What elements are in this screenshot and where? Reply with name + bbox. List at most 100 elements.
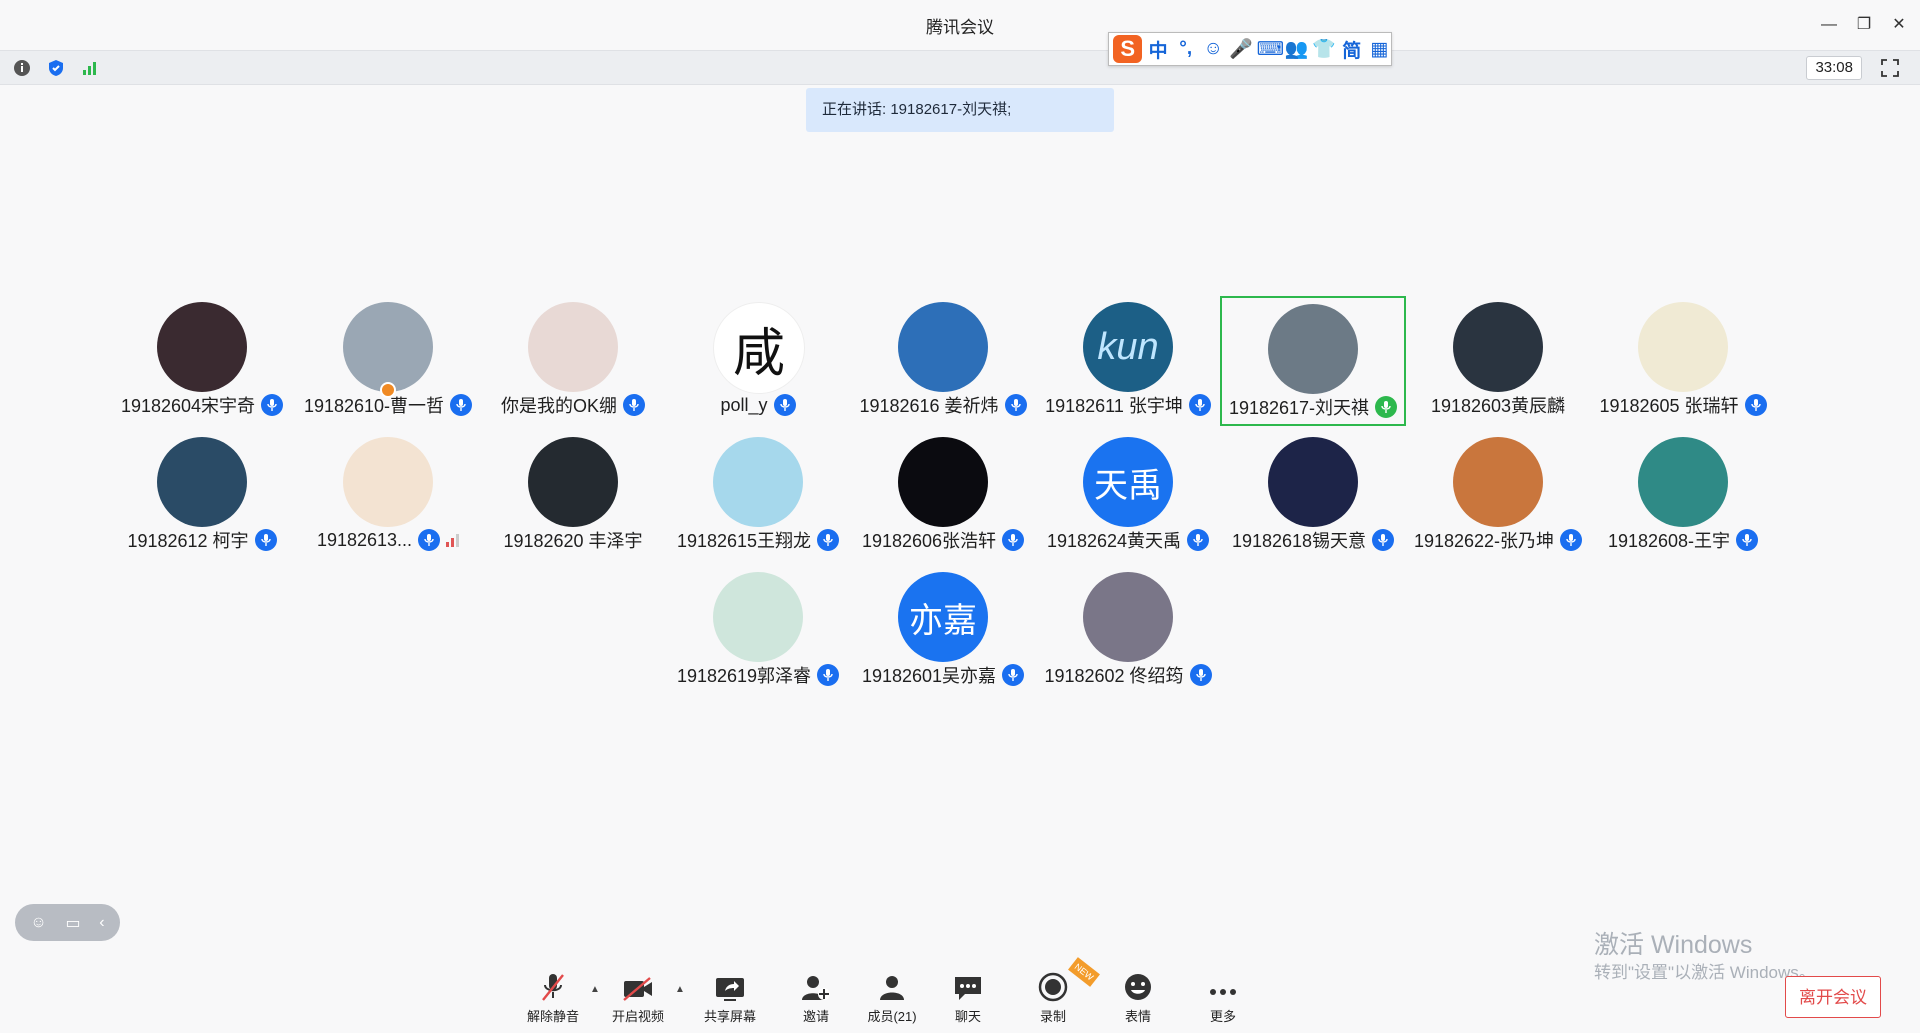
participant-tile[interactable]: 19182606张浩轩: [850, 431, 1036, 561]
avatar: [343, 437, 433, 527]
participant-tile[interactable]: 19182613...: [295, 431, 481, 561]
mic-status-icon: [1002, 664, 1025, 686]
window-title: 腾讯会议: [926, 18, 994, 37]
ime-toolbar[interactable]: S 中 °, ☺ 🎤 ⌨ 👥 👕 简 ▦: [1108, 32, 1392, 66]
ime-emoji-icon[interactable]: ☺: [1201, 38, 1225, 60]
ime-user-icon[interactable]: 👥: [1285, 37, 1309, 61]
video-options-caret[interactable]: ▲: [674, 984, 686, 996]
avatar: [713, 572, 803, 662]
avatar: [1453, 437, 1543, 527]
mic-status-icon: [1004, 394, 1027, 416]
avatar: [1083, 572, 1173, 662]
mic-status-icon: [1187, 529, 1210, 551]
avatar: 咸: [713, 302, 805, 394]
avatar: [898, 302, 988, 392]
share-screen-button[interactable]: 共享屏幕: [695, 970, 765, 1026]
speaking-banner: 正在讲话: 19182617-刘天祺;: [806, 88, 1114, 132]
floating-panel[interactable]: ☺ ▭ ‹: [15, 904, 120, 941]
invite-button[interactable]: 邀请: [781, 970, 851, 1026]
avatar: [898, 437, 988, 527]
mic-status-icon: [450, 394, 473, 416]
chat-button[interactable]: 聊天: [933, 970, 1003, 1026]
mic-status-icon: [261, 394, 284, 416]
record-button[interactable]: 录制: [1018, 970, 1088, 1026]
close-icon[interactable]: ✕: [1886, 12, 1912, 38]
mic-status-icon: [1002, 529, 1025, 551]
avatar: [528, 437, 618, 527]
participant-tile[interactable]: 19182603黄辰麟: [1405, 296, 1591, 426]
participant-tile[interactable]: 19182620 丰泽宇: [480, 431, 666, 561]
mic-status-icon: [817, 664, 840, 686]
avatar: [157, 302, 247, 392]
participant-tile[interactable]: 19182622-张乃坤: [1405, 431, 1591, 561]
audio-options-caret[interactable]: ▲: [589, 984, 601, 996]
security-shield-icon[interactable]: [46, 58, 66, 78]
chat-bubble-icon[interactable]: ▭: [65, 913, 80, 933]
participant-tile[interactable]: kun 19182611 张宇坤: [1035, 296, 1221, 426]
share-screen-icon: [695, 970, 765, 1002]
participant-tile[interactable]: 19182616 姜祈炜: [850, 296, 1036, 426]
collapse-arrow-icon[interactable]: ‹: [99, 914, 104, 932]
more-dots-icon: [1188, 970, 1258, 1002]
participant-name: 19182610-曹一哲: [303, 396, 445, 416]
participant-name: 19182617-刘天祺: [1228, 398, 1370, 418]
avatar: 亦嘉: [898, 572, 988, 662]
sogou-logo-icon[interactable]: S: [1113, 35, 1143, 63]
participant-tile[interactable]: 19182617-刘天祺: [1220, 296, 1406, 426]
weak-signal-icon: [446, 533, 460, 547]
members-icon: [857, 970, 927, 1002]
participant-tile[interactable]: 19182610-曹一哲: [295, 296, 481, 426]
participant-tile[interactable]: 19182604宋宇奇: [109, 296, 295, 426]
participant-tile[interactable]: 19182615王翔龙: [665, 431, 851, 561]
avatar: [1268, 304, 1358, 394]
participant-tile[interactable]: 19182618锡天意: [1220, 431, 1406, 561]
avatar: [713, 437, 803, 527]
info-icon[interactable]: [12, 58, 32, 78]
signal-strength-icon[interactable]: [80, 58, 100, 78]
emoji-icon[interactable]: ☺: [30, 914, 46, 932]
participant-name: 19182615王翔龙: [676, 531, 812, 551]
ime-keyboard-icon[interactable]: ⌨: [1257, 38, 1284, 61]
participant-name: 19182602 佟绍筠: [1044, 666, 1184, 686]
emoji-button[interactable]: 表情: [1103, 970, 1173, 1026]
avatar: [157, 437, 247, 527]
participant-tile[interactable]: 19182612 柯宇: [109, 431, 295, 561]
ime-skin-icon[interactable]: 👕: [1312, 37, 1336, 61]
participant-name: 19182624黄天禹: [1046, 531, 1182, 551]
mic-status-icon: [817, 529, 840, 551]
participant-tile[interactable]: 亦嘉 19182601吴亦嘉: [850, 566, 1036, 696]
more-button[interactable]: 更多: [1188, 970, 1258, 1026]
chat-icon: [933, 970, 1003, 1002]
avatar: [1453, 302, 1543, 392]
fullscreen-icon[interactable]: [1880, 58, 1900, 78]
leave-meeting-button[interactable]: 离开会议: [1785, 976, 1881, 1018]
ime-menu-icon[interactable]: ▦: [1367, 38, 1391, 61]
restore-icon[interactable]: ❐: [1851, 12, 1877, 38]
mic-status-icon: [1372, 529, 1395, 551]
avatar: [1268, 437, 1358, 527]
ime-simplified[interactable]: 简: [1340, 36, 1364, 63]
members-button[interactable]: 成员(21): [857, 970, 927, 1026]
unmute-button[interactable]: 解除静音: [518, 970, 588, 1026]
participant-tile[interactable]: 19182608-王宇: [1590, 431, 1776, 561]
participant-tile[interactable]: 你是我的OK绷: [480, 296, 666, 426]
activation-watermark-title: 激活 Windows: [1594, 931, 1753, 959]
ime-chinese-mode[interactable]: 中: [1146, 36, 1170, 63]
participant-tile[interactable]: 19182619郭泽睿: [665, 566, 851, 696]
participant-name: poll_y: [720, 394, 768, 415]
participant-tile[interactable]: 咸 poll_y: [665, 296, 851, 426]
ime-voice-icon[interactable]: 🎤: [1229, 37, 1253, 61]
ime-punctuation[interactable]: °,: [1174, 38, 1198, 60]
minimize-icon[interactable]: —: [1816, 12, 1842, 38]
avatar: [528, 302, 618, 392]
mic-status-icon: [1189, 664, 1212, 686]
participant-tile[interactable]: 19182602 佟绍筠: [1035, 566, 1221, 696]
participant-tile[interactable]: 19182605 张瑞轩: [1590, 296, 1776, 426]
participant-tile[interactable]: 天禹 19182624黄天禹: [1035, 431, 1221, 561]
add-user-icon: [781, 970, 851, 1002]
activation-watermark-hint: 转到"设置"以激活 Windows。: [1594, 963, 1816, 982]
start-video-button[interactable]: 开启视频: [603, 970, 673, 1026]
status-bar: 33:08: [0, 50, 1920, 85]
participant-name: 19182606张浩轩: [861, 531, 997, 551]
participant-name: 19182601吴亦嘉: [861, 666, 997, 686]
